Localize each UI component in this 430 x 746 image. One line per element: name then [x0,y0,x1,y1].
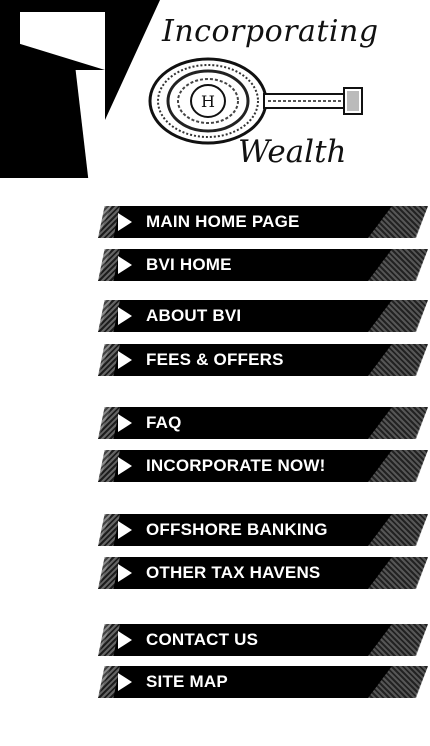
nav-label: MAIN HOME PAGE [146,212,300,231]
nav-offshore-banking[interactable]: OFFSHORE BANKING [98,514,428,546]
nav-label: FAQ [146,413,182,432]
nav-label: BVI HOME [146,255,232,274]
nav-about-bvi[interactable]: ABOUT BVI [98,300,428,332]
nav-main-home-page[interactable]: MAIN HOME PAGE [98,206,428,238]
arrow-right-icon [118,521,132,539]
nav-faq[interactable]: FAQ [98,407,428,439]
arrow-right-icon [118,213,132,231]
nav-other-tax-havens[interactable]: OTHER TAX HAVENS [98,557,428,589]
nav-label: FEES & OFFERS [146,350,284,369]
nav-bvi-home[interactable]: BVI HOME [98,249,428,281]
nav-incorporate-now[interactable]: INCORPORATE NOW! [98,450,428,482]
arrow-right-icon [118,307,132,325]
nav-contact-us[interactable]: CONTACT US [98,624,428,656]
arrow-right-icon [118,351,132,369]
nav-fees-offers[interactable]: FEES & OFFERS [98,344,428,376]
arrow-right-icon [118,256,132,274]
arrow-right-icon [118,673,132,691]
nav-site-map[interactable]: SITE MAP [98,666,428,698]
nav-label: OFFSHORE BANKING [146,520,328,539]
nav-label: SITE MAP [146,672,228,691]
nav-label: OTHER TAX HAVENS [146,563,321,582]
arrow-right-icon [118,414,132,432]
nav-label: ABOUT BVI [146,306,242,325]
nav-label: CONTACT US [146,630,259,649]
arrow-right-icon [118,564,132,582]
nav-label: INCORPORATE NOW! [146,456,326,475]
arrow-right-icon [118,457,132,475]
corner-graphic [0,0,105,178]
main-navigation: MAIN HOME PAGE BVI HOME ABOUT BVI FEES &… [98,0,430,746]
arrow-right-icon [118,631,132,649]
